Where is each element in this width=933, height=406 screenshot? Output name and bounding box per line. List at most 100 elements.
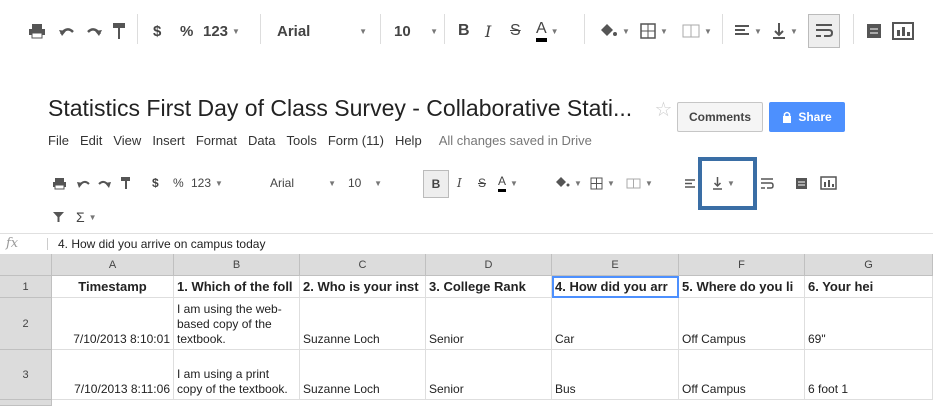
number-format-label: 123 (191, 176, 212, 190)
menu-data[interactable]: Data (248, 133, 275, 148)
percent-format-button[interactable]: % (180, 18, 193, 44)
comment-button[interactable] (866, 18, 882, 44)
row-header-partial (0, 400, 52, 406)
borders-button[interactable]: ▼ (590, 172, 615, 194)
menu-help[interactable]: Help (395, 133, 422, 148)
redo-icon[interactable] (97, 172, 112, 194)
menu-format[interactable]: Format (196, 133, 237, 148)
chevron-down-icon: ▼ (215, 178, 223, 188)
table-cell[interactable]: 1. Which of the foll (174, 276, 300, 298)
table-cell[interactable]: 2. Who is your inst (300, 276, 426, 298)
undo-icon[interactable] (76, 172, 91, 194)
horizontal-align-button[interactable] (684, 172, 696, 194)
bold-button[interactable]: B (458, 18, 470, 44)
italic-button[interactable]: I (457, 172, 462, 194)
row-header[interactable]: 1 (0, 276, 52, 298)
insert-chart-button[interactable] (820, 172, 837, 194)
table-cell[interactable]: 5. Where do you li (679, 276, 805, 298)
table-cell[interactable]: Off Campus (679, 298, 805, 350)
row-header[interactable]: 3 (0, 350, 52, 400)
document-title[interactable]: Statistics First Day of Class Survey - C… (48, 95, 707, 122)
percent-format-button[interactable]: % (173, 172, 184, 194)
strikethrough-button[interactable]: S (478, 172, 486, 194)
font-family-select[interactable]: Arial ▼ (277, 18, 367, 44)
table-cell[interactable]: 3. College Rank (426, 276, 552, 298)
table-cell[interactable]: 7/10/2013 8:11:06 (52, 350, 174, 400)
table-cell-selected[interactable]: 4. How did you arr (552, 276, 679, 298)
number-format-button[interactable]: 123 ▼ (203, 18, 240, 44)
italic-button[interactable]: I (485, 18, 491, 44)
paint-format-icon[interactable] (112, 18, 126, 44)
star-icon[interactable]: ☆ (655, 99, 673, 121)
strikethrough-button[interactable]: S (510, 18, 521, 44)
table-cell[interactable]: 7/10/2013 8:10:01 (52, 298, 174, 350)
filter-icon (53, 212, 64, 222)
number-format-label: 123 (203, 22, 229, 40)
table-cell[interactable]: I am using the web-based copy of the tex… (174, 298, 300, 350)
paint-bucket-icon (601, 24, 617, 36)
table-cell[interactable]: Senior (426, 350, 552, 400)
table-cell[interactable]: Timestamp (52, 276, 174, 298)
merge-cells-button[interactable]: ▼ (682, 18, 712, 44)
filter-button[interactable] (52, 206, 65, 228)
merge-cells-icon (682, 24, 700, 38)
vertical-align-button[interactable]: ▼ (772, 18, 798, 44)
table-cell[interactable]: I am using a print copy of the textbook. (174, 350, 300, 400)
bold-button[interactable]: B (423, 170, 449, 198)
menu-form[interactable]: Form (11) (328, 133, 384, 148)
table-cell[interactable]: Car (552, 298, 679, 350)
merge-cells-button[interactable]: ▼ (626, 172, 653, 194)
table-cell[interactable]: Bus (552, 350, 679, 400)
print-icon[interactable] (52, 172, 67, 194)
wrap-text-button[interactable] (808, 14, 840, 48)
text-color-button[interactable]: A ▼ (536, 18, 559, 44)
menu-tools[interactable]: Tools (286, 133, 316, 148)
comments-button[interactable]: Comments (677, 102, 763, 132)
comment-button[interactable] (795, 172, 808, 194)
formula-input[interactable]: 4. How did you arrive on campus today (58, 237, 265, 251)
select-all-corner[interactable] (0, 254, 52, 276)
share-button[interactable]: Share (769, 102, 845, 132)
currency-format-button[interactable]: $ (153, 18, 161, 44)
undo-icon[interactable] (58, 18, 76, 44)
font-family-select[interactable]: Arial ▼ (270, 172, 336, 194)
column-header-g[interactable]: G (805, 254, 933, 276)
table-cell[interactable]: 6. Your hei (805, 276, 933, 298)
table-cell[interactable]: 6 foot 1 (805, 350, 933, 400)
text-color-button[interactable]: A ▼ (498, 172, 518, 194)
font-size-select[interactable]: 10 ▼ (394, 18, 438, 44)
paint-format-icon[interactable] (120, 172, 131, 194)
insert-chart-button[interactable] (892, 18, 914, 44)
menu-file[interactable]: File (48, 133, 69, 148)
font-size-select[interactable]: 10 ▼ (348, 172, 382, 194)
horizontal-align-button[interactable]: ▼ (734, 18, 762, 44)
fill-color-button[interactable]: ▼ (554, 172, 582, 194)
menu-edit[interactable]: Edit (80, 133, 102, 148)
merge-cells-icon (626, 178, 641, 188)
print-icon[interactable] (28, 18, 46, 44)
table-cell[interactable]: Senior (426, 298, 552, 350)
currency-format-button[interactable]: $ (152, 172, 159, 194)
column-header-a[interactable]: A (52, 254, 174, 276)
borders-button[interactable]: ▼ (640, 18, 668, 44)
column-header-e[interactable]: E (552, 254, 679, 276)
functions-button[interactable]: Σ ▼ (76, 206, 97, 228)
wrap-text-button[interactable] (760, 172, 774, 194)
redo-icon[interactable] (85, 18, 103, 44)
chevron-down-icon: ▼ (622, 26, 630, 36)
menu-view[interactable]: View (113, 133, 141, 148)
column-header-c[interactable]: C (300, 254, 426, 276)
column-header-d[interactable]: D (426, 254, 552, 276)
menu-insert[interactable]: Insert (152, 133, 185, 148)
column-header-f[interactable]: F (679, 254, 805, 276)
row-header[interactable]: 2 (0, 298, 52, 350)
number-format-button[interactable]: 123 ▼ (191, 172, 223, 194)
table-cell[interactable]: Suzanne Loch (300, 298, 426, 350)
chevron-down-icon: ▼ (328, 178, 336, 188)
column-header-b[interactable]: B (174, 254, 300, 276)
chevron-down-icon: ▼ (790, 26, 798, 36)
table-cell[interactable]: 69" (805, 298, 933, 350)
table-cell[interactable]: Suzanne Loch (300, 350, 426, 400)
table-cell[interactable]: Off Campus (679, 350, 805, 400)
fill-color-button[interactable]: ▼ (598, 18, 630, 44)
